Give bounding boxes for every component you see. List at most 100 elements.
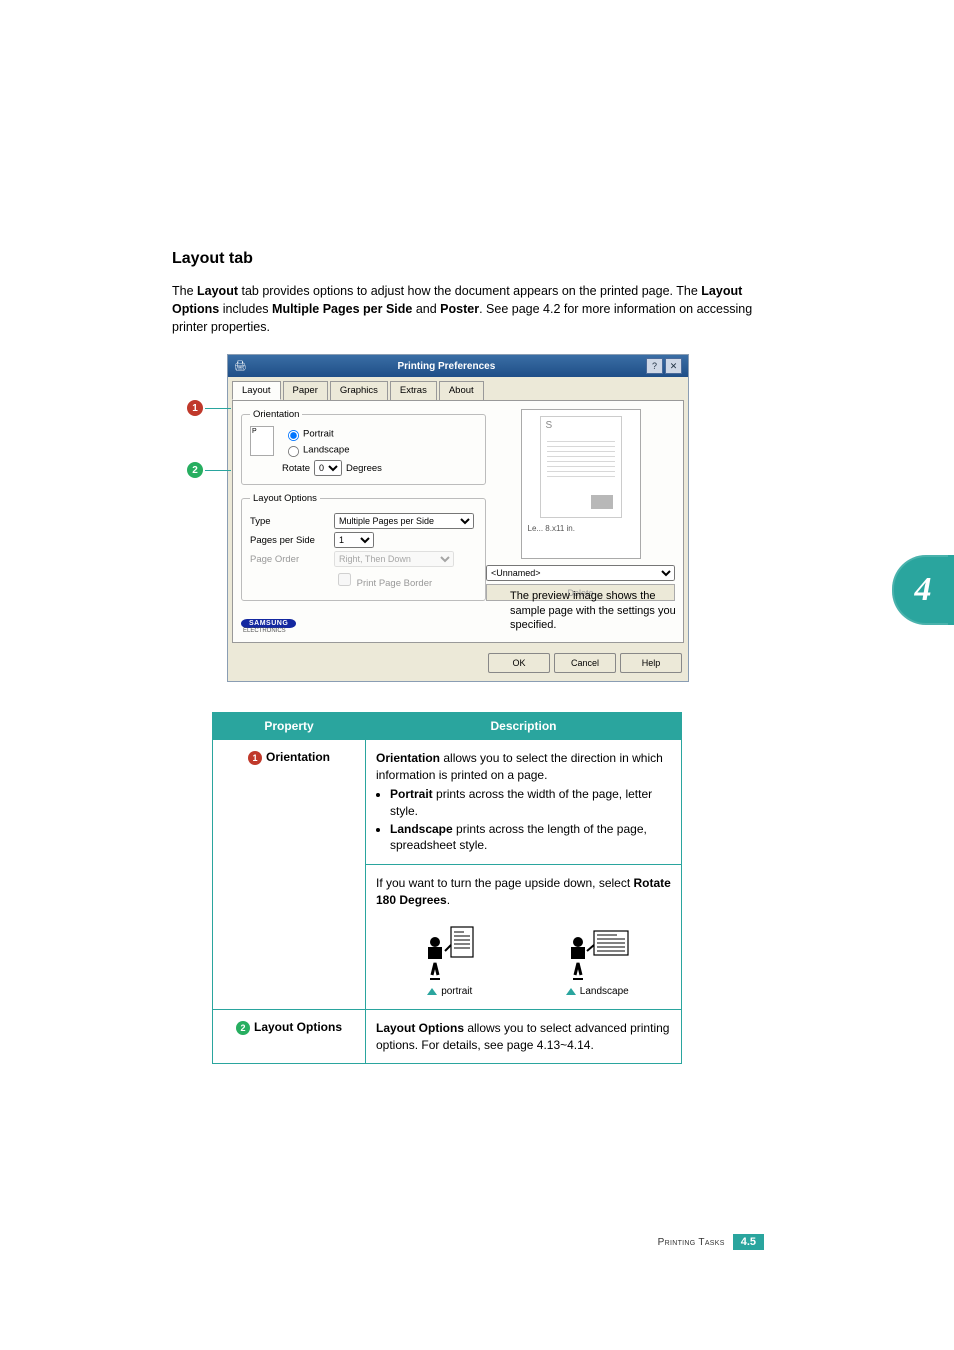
portrait-radio-label: Portrait [303,429,334,440]
footer-page-number: 4.5 [733,1234,764,1250]
rotate-select[interactable]: 0 [314,460,342,476]
orientation-legend: Orientation [250,409,302,420]
print-page-border-input [338,573,351,586]
help-window-button[interactable]: ? [646,358,663,374]
dialog-body: Orientation P Portrait Landscape Rotate … [232,400,684,643]
row1-bold-orientation: Orientation [376,751,440,765]
ok-button[interactable]: OK [488,653,550,673]
dialog-right-column: S Le... 8.x11 in. The preview image show… [486,409,675,634]
pages-per-side-label: Pages per Side [250,535,328,546]
close-window-button[interactable]: ✕ [665,358,682,374]
page-order-label: Page Order [250,554,328,565]
brand-area: SAMSUNG ELECTRONICS [241,609,486,634]
rotate-unit: Degrees [346,463,382,474]
layout-options-legend: Layout Options [250,493,320,504]
chapter-badge: 4 [892,555,954,625]
orientation-thumb-letter: P [252,428,257,435]
row-orientation-label: Orientation [266,750,330,764]
row1-li-landscape: Landscape prints across the length of th… [390,821,671,855]
pages-per-side-select[interactable]: 1 [334,532,374,548]
portrait-radio-input[interactable] [288,430,299,441]
orientation-group: Orientation P Portrait Landscape Rotate … [241,409,486,485]
dialog-title: Printing Preferences [397,361,495,372]
landscape-illustration: Landscape [562,923,632,999]
landscape-illust-label: Landscape [566,985,629,999]
callout-line [205,408,231,409]
callout-2: 2 [187,462,231,478]
preview-letter: S [546,420,553,431]
tab-paper[interactable]: Paper [283,381,328,400]
header-property: Property [213,713,366,740]
property-table: Property Description 1 Orientation Orient… [212,712,682,1064]
orientation-thumb-icon: P [250,426,274,456]
intro-bold-layout: Layout [197,284,238,298]
landscape-radio[interactable]: Landscape [282,442,382,458]
row1-li-portrait-bold: Portrait [390,787,433,801]
intro-bold-poster: Poster [440,302,479,316]
row-orientation-number: 1 [248,751,262,765]
tab-about[interactable]: About [439,381,484,400]
chapter-badge-number: 4 [915,571,932,609]
tab-extras[interactable]: Extras [390,381,437,400]
row-layout-options-property: 2Layout Options [213,1009,366,1064]
preview-sheet-icon: S [540,416,622,518]
dialog-footer: OK Cancel Help [228,647,688,681]
dialog-illustration: 1 2 🖨 Printing Preferences ? ✕ Layout Pa… [227,354,707,682]
tab-layout[interactable]: Layout [232,381,281,400]
printing-preferences-dialog: 🖨 Printing Preferences ? ✕ Layout Paper … [227,354,689,682]
dialog-tabs: Layout Paper Graphics Extras About [228,377,688,400]
landscape-icon [562,923,632,983]
layout-options-group: Layout Options Type Multiple Pages per S… [241,493,486,601]
portrait-illust-label: portrait [427,985,472,999]
dialog-titlebar: 🖨 Printing Preferences ? ✕ [228,355,688,377]
row1-li-portrait: Portrait prints across the width of the … [390,786,671,820]
row1-li-landscape-bold: Landscape [390,822,453,836]
callout-1: 1 [187,400,231,416]
page-footer: Printing Tasks 4.5 [658,1234,764,1250]
help-button[interactable]: Help [620,653,682,673]
landscape-radio-label: Landscape [303,445,349,456]
printer-icon: 🖨 [234,361,247,372]
samsung-sublabel: ELECTRONICS [243,628,486,634]
row1-rotate-text-end: . [447,893,450,907]
print-page-border-label: Print Page Border [357,578,433,589]
rotate-label: Rotate [282,463,310,474]
cancel-button[interactable]: Cancel [554,653,616,673]
row-layout-options-number: 2 [236,1021,250,1035]
print-page-border-checkbox: Print Page Border [334,570,432,589]
page-order-select: Right, Then Down [334,551,454,567]
tab-graphics[interactable]: Graphics [330,381,388,400]
orientation-illustration: portrait [376,923,671,999]
intro-bold-mpps: Multiple Pages per Side [272,302,412,316]
intro-text: and [412,302,440,316]
callout-line [205,470,231,471]
type-label: Type [250,516,328,527]
preview-pane: S Le... 8.x11 in. [521,409,641,559]
callout-number-1: 1 [187,400,203,416]
footer-label: Printing Tasks [658,1237,725,1248]
section-title: Layout tab [172,250,764,268]
intro-text: includes [219,302,272,316]
row1-rotate-text: If you want to turn the page upside down… [376,876,634,890]
row2-bold: Layout Options [376,1021,464,1035]
intro-text: The [172,284,197,298]
row-layout-options-desc: Layout Options allows you to select adva… [366,1009,682,1064]
landscape-radio-input[interactable] [288,446,299,457]
samsung-logo: SAMSUNG [241,619,296,628]
type-select[interactable]: Multiple Pages per Side [334,513,474,529]
intro-paragraph: The Layout tab provides options to adjus… [172,282,764,336]
row-orientation: 1 Orientation Orientation allows you to s… [213,740,682,1009]
intro-text: tab provides options to adjust how the d… [238,284,701,298]
row-layout-options: 2Layout Options Layout Options allows yo… [213,1009,682,1064]
header-description: Description [366,713,682,740]
portrait-radio[interactable]: Portrait [282,426,382,442]
favorites-select[interactable]: <Unnamed> [486,565,675,581]
preview-info: Le... 8.x11 in. [528,524,575,533]
row-orientation-desc: Orientation allows you to select the dir… [366,740,682,1009]
callout-number-2: 2 [187,462,203,478]
row-orientation-property: 1 Orientation [213,740,366,1009]
preview-callout-text: The preview image shows the sample page … [510,589,680,632]
portrait-illustration: portrait [415,923,485,999]
dialog-left-column: Orientation P Portrait Landscape Rotate … [241,409,486,634]
portrait-icon [415,923,485,983]
